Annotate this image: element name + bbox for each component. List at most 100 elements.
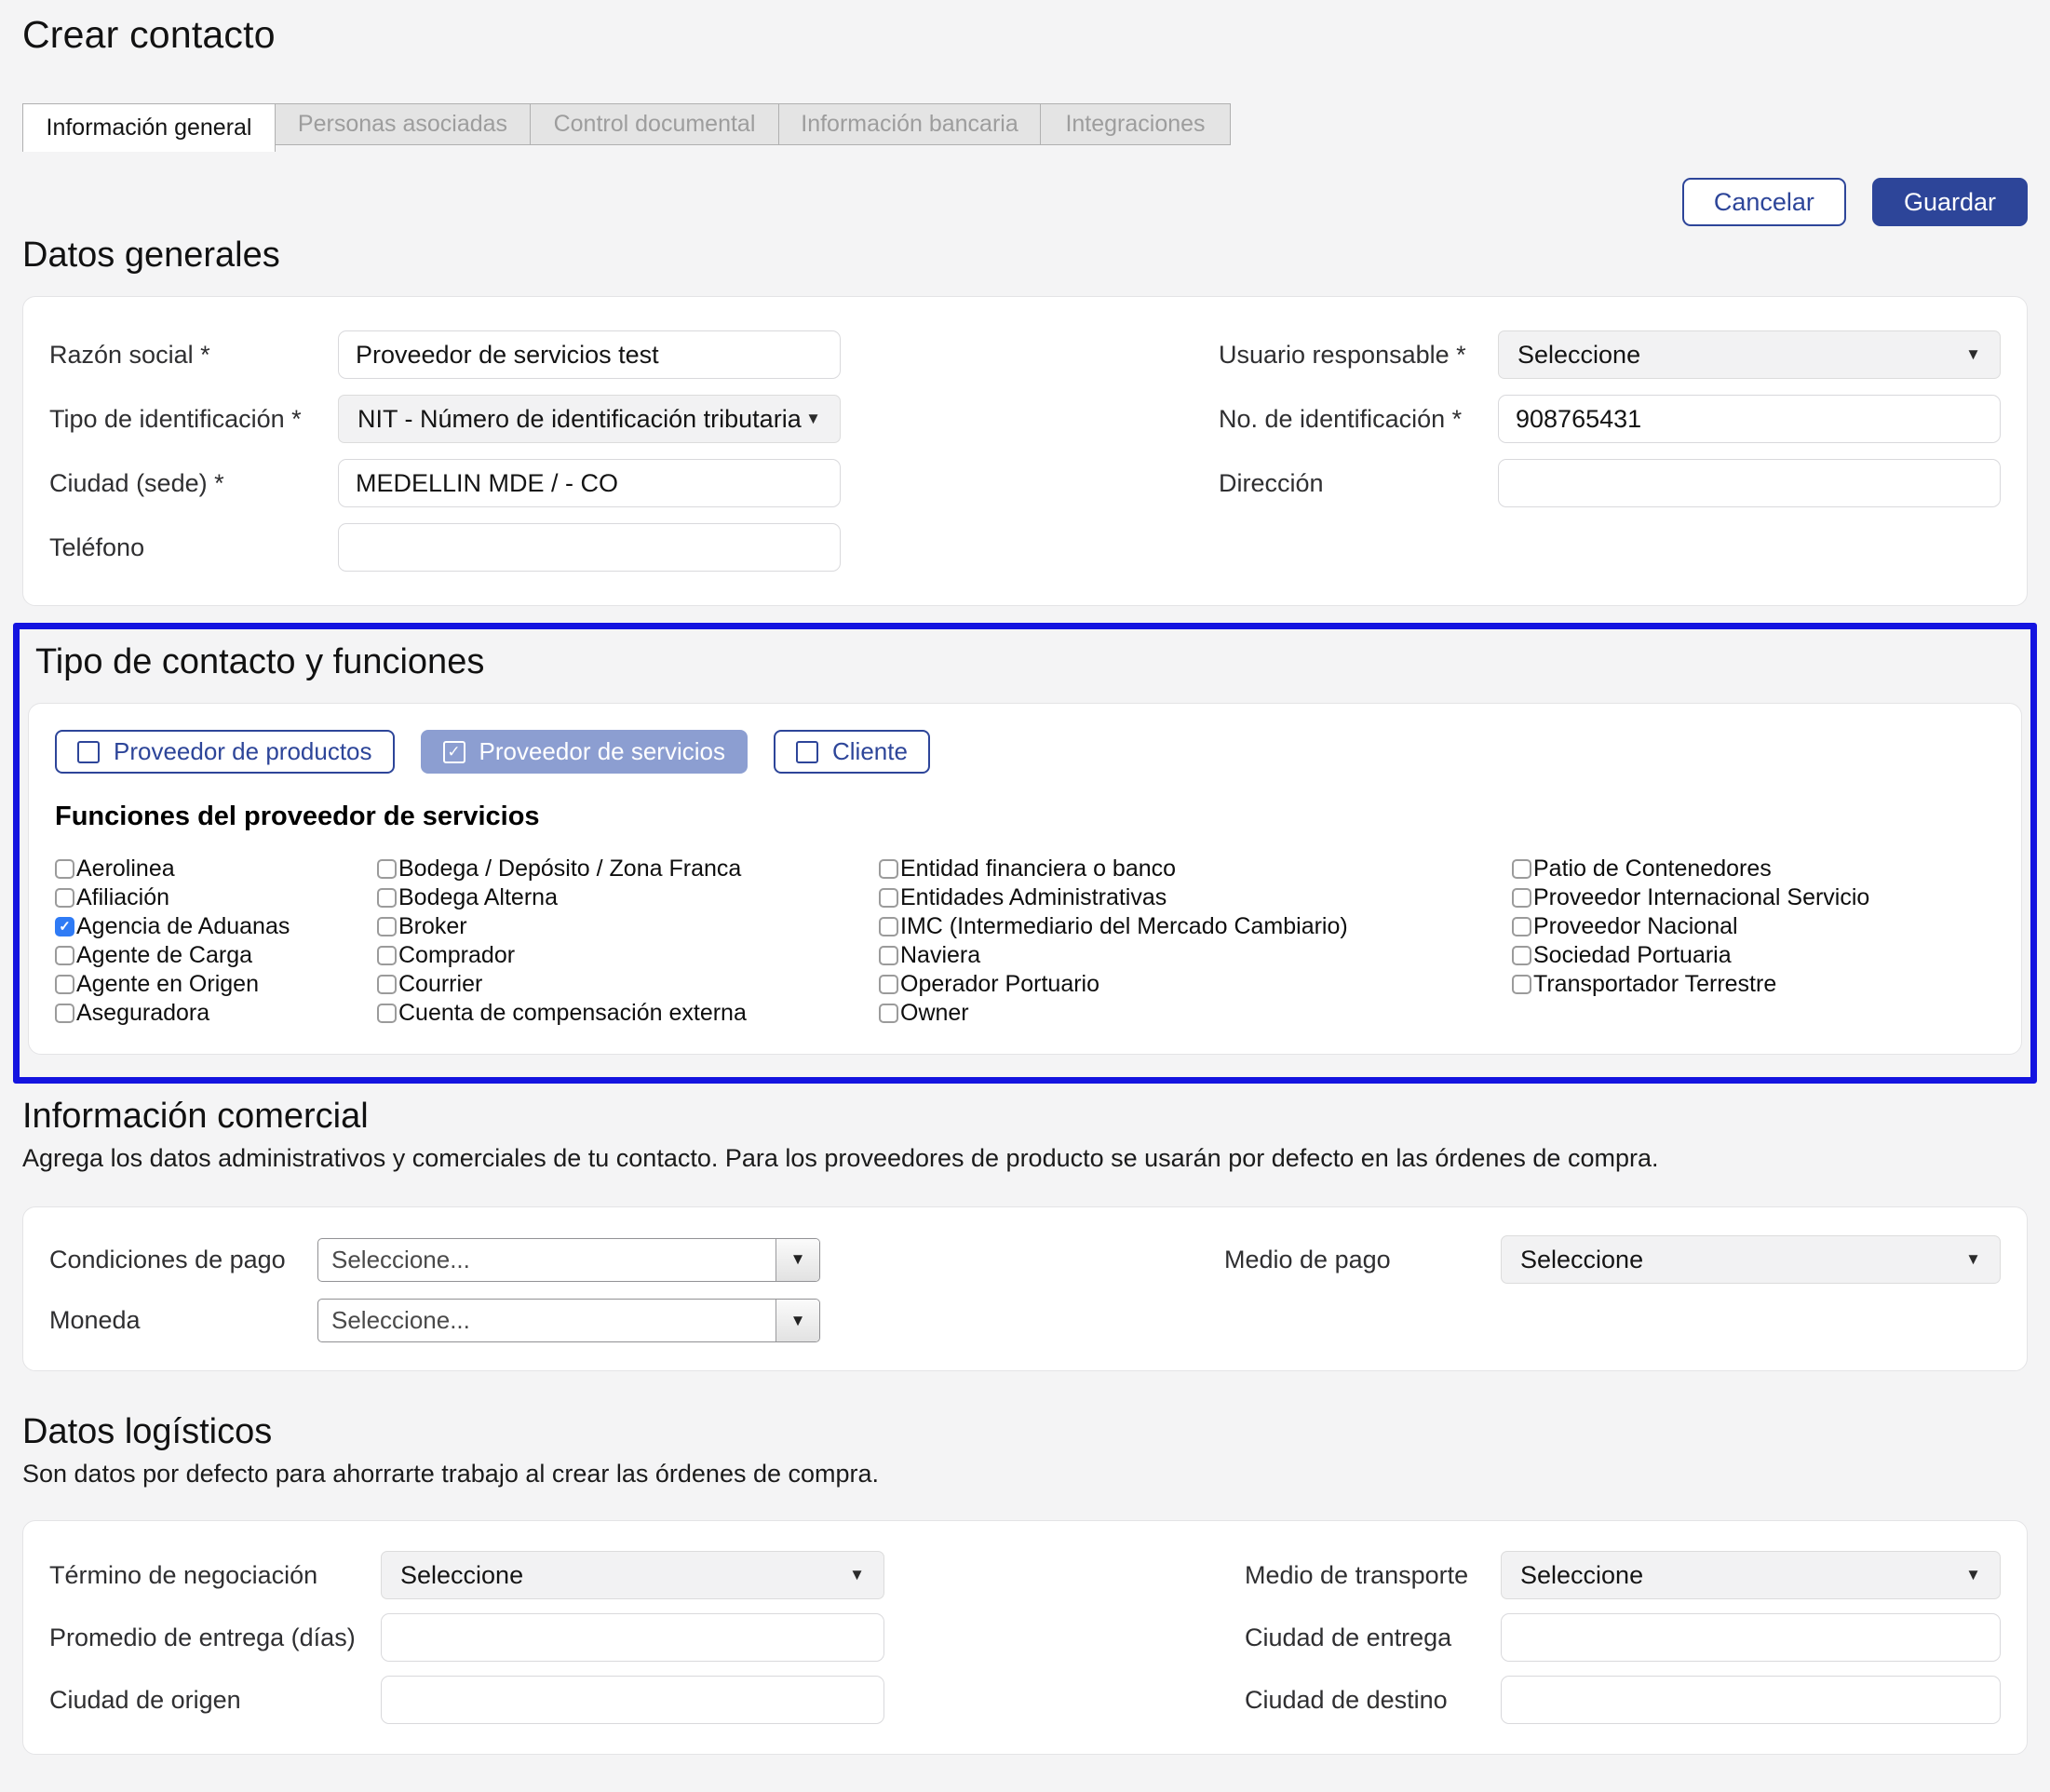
- function-checkbox-afiliacion[interactable]: ✓Afiliación: [55, 883, 377, 912]
- checkbox-icon: ✓: [377, 946, 397, 965]
- usuario-responsable-value: Seleccione: [1517, 341, 1640, 370]
- checkbox-icon: ✓: [879, 946, 898, 965]
- chip-proveedor-de-servicios[interactable]: ✓ Proveedor de servicios: [421, 730, 748, 774]
- contact-type-chips: ✓ Proveedor de productos ✓ Proveedor de …: [55, 730, 1995, 774]
- function-checkbox-comprador[interactable]: ✓Comprador: [377, 941, 879, 970]
- save-button[interactable]: Guardar: [1872, 178, 2028, 226]
- checkbox-icon: ✓: [377, 859, 397, 879]
- checkbox-icon: ✓: [55, 888, 74, 908]
- function-checkbox-broker[interactable]: ✓Broker: [377, 912, 879, 941]
- razon-social-label: Razón social *: [49, 341, 338, 370]
- function-checkbox-owner[interactable]: ✓Owner: [879, 999, 1512, 1028]
- function-checkbox-agencia-de-aduanas[interactable]: ✓Agencia de Aduanas: [55, 912, 377, 941]
- termino-negociacion-select[interactable]: Seleccione ▼: [381, 1551, 884, 1599]
- tab-informacion-general[interactable]: Información general: [22, 103, 276, 152]
- function-checkbox-cuenta-de-compensacion-externa[interactable]: ✓Cuenta de compensación externa: [377, 999, 879, 1028]
- usuario-responsable-label: Usuario responsable *: [1219, 341, 1498, 370]
- function-checkbox-aerolinea[interactable]: ✓Aerolinea: [55, 855, 377, 883]
- ciudad-sede-input[interactable]: [338, 459, 841, 507]
- ciudad-destino-input[interactable]: [1501, 1676, 2001, 1724]
- checkbox-icon: ✓: [377, 1004, 397, 1023]
- dropdown-arrow-icon: ▼: [1965, 345, 1981, 364]
- function-checkbox-proveedor-internacional-servicio[interactable]: ✓Proveedor Internacional Servicio: [1512, 883, 1995, 912]
- direccion-input[interactable]: [1498, 459, 2001, 507]
- ciudad-origen-label: Ciudad de origen: [49, 1686, 381, 1715]
- function-checkbox-naviera[interactable]: ✓Naviera: [879, 941, 1512, 970]
- moneda-select[interactable]: Seleccione... ▼: [317, 1299, 820, 1342]
- tipo-identificacion-select[interactable]: NIT - Número de identificación tributari…: [338, 395, 841, 443]
- tipo-identificacion-label: Tipo de identificación *: [49, 405, 338, 434]
- functions-column-1: ✓Aerolinea ✓Afiliación ✓Agencia de Aduan…: [55, 855, 377, 1028]
- checkbox-icon: ✓: [1512, 888, 1531, 908]
- functions-column-2: ✓Bodega / Depósito / Zona Franca ✓Bodega…: [377, 855, 879, 1028]
- commercial-section-heading: Información comercial: [22, 1097, 2028, 1137]
- ciudad-sede-label: Ciudad (sede) *: [49, 469, 338, 498]
- promedio-entrega-input[interactable]: [381, 1613, 884, 1662]
- checkbox-icon: ✓: [879, 917, 898, 936]
- checkbox-icon: ✓: [55, 975, 74, 994]
- ciudad-entrega-input[interactable]: [1501, 1613, 2001, 1662]
- contact-type-highlighted-section: Tipo de contacto y funciones ✓ Proveedor…: [13, 623, 2037, 1084]
- tab-bar: Información general Personas asociadas C…: [22, 103, 2028, 152]
- functions-title: Funciones del proveedor de servicios: [55, 802, 1995, 832]
- razon-social-input[interactable]: [338, 330, 841, 379]
- medio-pago-select[interactable]: Seleccione ▼: [1501, 1235, 2001, 1284]
- checkbox-icon: ✓: [377, 888, 397, 908]
- function-checkbox-agente-en-origen[interactable]: ✓Agente en Origen: [55, 970, 377, 999]
- logistics-section-subtitle: Son datos por defecto para ahorrarte tra…: [22, 1460, 2028, 1489]
- ciudad-origen-input[interactable]: [381, 1676, 884, 1724]
- chip-proveedor-de-productos[interactable]: ✓ Proveedor de productos: [55, 730, 395, 774]
- function-checkbox-courrier[interactable]: ✓Courrier: [377, 970, 879, 999]
- medio-transporte-label: Medio de transporte: [1245, 1561, 1501, 1590]
- medio-transporte-select[interactable]: Seleccione ▼: [1501, 1551, 2001, 1599]
- logistics-card: Término de negociación Seleccione ▼ Medi…: [22, 1520, 2028, 1755]
- general-card: Razón social * Usuario responsable * Sel…: [22, 296, 2028, 606]
- dropdown-arrow-icon: ▼: [805, 410, 821, 428]
- checkbox-icon: ✓: [879, 1004, 898, 1023]
- contact-type-heading: Tipo de contacto y funciones: [35, 642, 2022, 682]
- function-checkbox-aseguradora[interactable]: ✓Aseguradora: [55, 999, 377, 1028]
- checkbox-icon: ✓: [1512, 946, 1531, 965]
- checkbox-checked-icon: ✓: [55, 917, 74, 936]
- function-checkbox-entidades-administrativas[interactable]: ✓Entidades Administrativas: [879, 883, 1512, 912]
- moneda-label: Moneda: [49, 1306, 317, 1335]
- tab-control-documental[interactable]: Control documental: [530, 103, 779, 145]
- contact-type-card: ✓ Proveedor de productos ✓ Proveedor de …: [28, 703, 2022, 1055]
- ciudad-entrega-label: Ciudad de entrega: [1245, 1624, 1501, 1652]
- function-checkbox-sociedad-portuaria[interactable]: ✓Sociedad Portuaria: [1512, 941, 1995, 970]
- tab-integraciones[interactable]: Integraciones: [1040, 103, 1231, 145]
- functions-column-3: ✓Entidad financiera o banco ✓Entidades A…: [879, 855, 1512, 1028]
- termino-negociacion-label: Término de negociación: [49, 1561, 381, 1590]
- tab-personas-asociadas[interactable]: Personas asociadas: [275, 103, 531, 145]
- usuario-responsable-select[interactable]: Seleccione ▼: [1498, 330, 2001, 379]
- telefono-input[interactable]: [338, 523, 841, 572]
- chip-cliente[interactable]: ✓ Cliente: [774, 730, 930, 774]
- dropdown-arrow-icon[interactable]: ▼: [775, 1239, 819, 1281]
- condiciones-pago-select[interactable]: Seleccione... ▼: [317, 1238, 820, 1282]
- checkbox-icon: ✓: [55, 946, 74, 965]
- checkbox-icon: ✓: [377, 917, 397, 936]
- function-checkbox-transportador-terrestre[interactable]: ✓Transportador Terrestre: [1512, 970, 1995, 999]
- function-checkbox-bodega-deposito-zona-franca[interactable]: ✓Bodega / Depósito / Zona Franca: [377, 855, 879, 883]
- general-section-heading: Datos generales: [22, 236, 2028, 276]
- medio-transporte-value: Seleccione: [1520, 1561, 1643, 1590]
- function-checkbox-entidad-financiera-o-banco[interactable]: ✓Entidad financiera o banco: [879, 855, 1512, 883]
- function-checkbox-agente-de-carga[interactable]: ✓Agente de Carga: [55, 941, 377, 970]
- function-checkbox-patio-de-contenedores[interactable]: ✓Patio de Contenedores: [1512, 855, 1995, 883]
- chip-label: Proveedor de servicios: [479, 737, 725, 766]
- function-checkbox-imc[interactable]: ✓IMC (Intermediario del Mercado Cambiari…: [879, 912, 1512, 941]
- functions-grid: ✓Aerolinea ✓Afiliación ✓Agencia de Aduan…: [55, 855, 1995, 1028]
- cancel-button[interactable]: Cancelar: [1682, 178, 1846, 226]
- dropdown-arrow-icon[interactable]: ▼: [775, 1300, 819, 1341]
- promedio-entrega-label: Promedio de entrega (días): [49, 1624, 381, 1652]
- ciudad-destino-label: Ciudad de destino: [1245, 1686, 1501, 1715]
- no-identificacion-input[interactable]: [1498, 395, 2001, 443]
- logistics-section-heading: Datos logísticos: [22, 1412, 2028, 1452]
- function-checkbox-bodega-alterna[interactable]: ✓Bodega Alterna: [377, 883, 879, 912]
- tab-informacion-bancaria[interactable]: Información bancaria: [778, 103, 1041, 145]
- commercial-card: Condiciones de pago Seleccione... ▼ Medi…: [22, 1206, 2028, 1371]
- function-checkbox-proveedor-nacional[interactable]: ✓Proveedor Nacional: [1512, 912, 1995, 941]
- chip-label: Proveedor de productos: [114, 737, 372, 766]
- checkbox-icon: ✓: [879, 859, 898, 879]
- function-checkbox-operador-portuario[interactable]: ✓Operador Portuario: [879, 970, 1512, 999]
